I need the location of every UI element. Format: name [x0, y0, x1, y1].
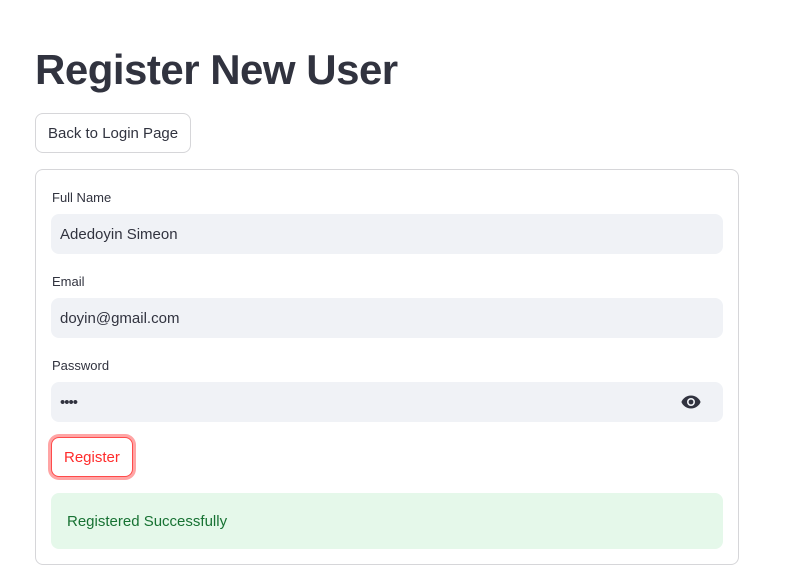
full-name-label: Full Name	[52, 190, 112, 205]
eye-icon	[681, 395, 701, 409]
password-input[interactable]: ••••	[51, 382, 723, 422]
full-name-input[interactable]: Adedoyin Simeon	[51, 214, 723, 254]
register-button[interactable]: Register	[51, 437, 133, 477]
back-to-login-button[interactable]: Back to Login Page	[35, 113, 192, 153]
email-label: Email	[52, 274, 85, 289]
registration-form: Full Name Adedoyin Simeon Email doyin@gm…	[35, 169, 739, 565]
full-name-value: Adedoyin Simeon	[60, 225, 178, 243]
password-value: ••••	[60, 393, 78, 411]
page-title: Register New User	[35, 46, 398, 93]
password-label: Password	[52, 358, 110, 373]
success-alert: Registered Successfully	[51, 493, 723, 549]
email-input[interactable]: doyin@gmail.com	[51, 298, 723, 338]
email-value: doyin@gmail.com	[60, 309, 180, 327]
show-password-toggle[interactable]	[679, 392, 703, 412]
